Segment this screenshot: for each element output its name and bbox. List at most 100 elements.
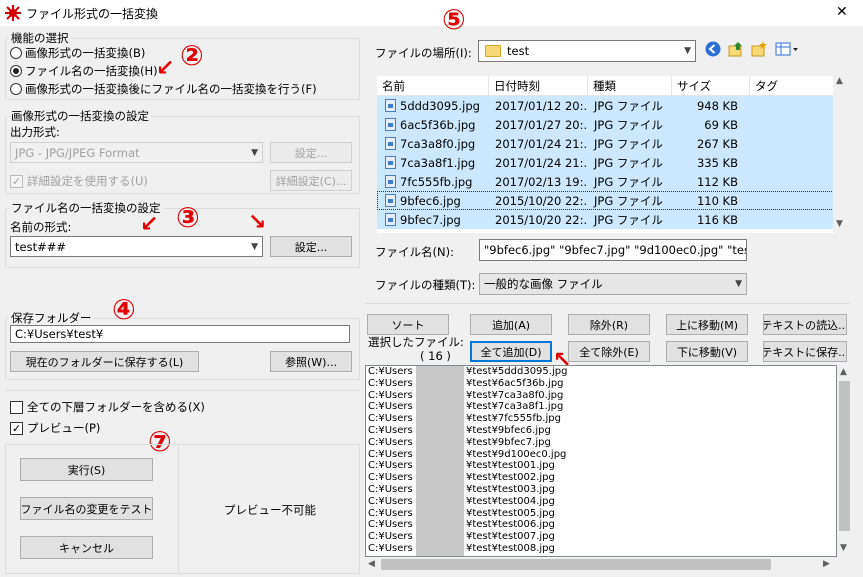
column-type[interactable]: 種類 xyxy=(588,76,672,95)
list-item[interactable]: C:¥Users ¥test¥7ca3a8f0.jpg xyxy=(366,390,836,402)
selected-list-hscrollbar[interactable]: ◀ ▶ xyxy=(365,557,837,572)
list-item[interactable]: C:¥Users ¥test¥test001.jpg xyxy=(366,460,836,472)
column-size[interactable]: サイズ xyxy=(672,76,750,95)
radio-dot xyxy=(10,47,22,59)
list-item[interactable]: C:¥Users ¥test¥7ca3a8f1.jpg xyxy=(366,401,836,413)
filename-input[interactable]: "9bfec6.jpg" "9bfec7.jpg" "9d100ec0.jpg"… xyxy=(479,239,747,261)
selected-files-label: 選択したファイル: xyxy=(368,335,464,349)
folder-icon xyxy=(485,45,501,57)
close-icon[interactable]: ✕ xyxy=(836,4,848,20)
list-item[interactable]: C:¥Users ¥test¥test002.jpg xyxy=(366,472,836,484)
name-format-select[interactable]: test### ▼ xyxy=(10,236,263,257)
remove-all-button[interactable]: 全て除外(E) xyxy=(568,341,650,362)
list-item[interactable]: C:¥Users ¥test¥6ac5f36b.jpg xyxy=(366,378,836,390)
add-all-button[interactable]: 全て追加(D) xyxy=(470,341,552,362)
scroll-up-icon[interactable]: ▲ xyxy=(836,76,843,86)
scroll-up-icon[interactable]: ▲ xyxy=(840,367,847,377)
radio-both-convert[interactable]: 画像形式の一括変換後にファイル名の一括変換を行う(F) xyxy=(10,81,317,97)
file-list[interactable]: 名前 日付時刻 種類 サイズ タグ ^ 5ddd3095.jpg 2017/01… xyxy=(377,76,848,233)
file-row[interactable]: 7ca3a8f1.jpg 2017/01/24 21:... JPG ファイル … xyxy=(377,153,848,172)
file-row[interactable]: 6ac5f36b.jpg 2017/01/27 20:... JPG ファイル … xyxy=(377,115,848,134)
annotation-arrow: ↙ xyxy=(140,212,159,237)
column-tag[interactable]: タグ xyxy=(750,76,836,95)
filetype-label: ファイルの種類(T): xyxy=(375,278,476,292)
scroll-thumb[interactable] xyxy=(381,559,771,570)
jpg-file-icon xyxy=(385,213,396,226)
list-item[interactable]: C:¥Users ¥test¥5ddd3095.jpg xyxy=(366,366,836,378)
location-label: ファイルの場所(I): xyxy=(375,46,472,60)
location-select[interactable]: test ▼ xyxy=(478,40,696,62)
cancel-button[interactable]: キャンセル xyxy=(20,536,153,559)
radio-image-convert[interactable]: 画像形式の一括変換(B) xyxy=(10,45,145,61)
preview-unavailable-text: プレビュー不可能 xyxy=(224,503,316,517)
file-row[interactable]: 9bfec7.jpg 2015/10/20 22:... JPG ファイル 11… xyxy=(377,210,848,229)
scroll-right-icon[interactable]: ▶ xyxy=(823,559,830,569)
run-button[interactable]: 実行(S) xyxy=(20,458,153,481)
name-settings-button[interactable]: 設定... xyxy=(270,236,352,257)
up-folder-icon[interactable] xyxy=(728,41,744,57)
view-menu-icon[interactable] xyxy=(775,41,799,57)
scroll-left-icon[interactable]: ◀ xyxy=(368,559,375,569)
list-item[interactable]: C:¥Users ¥test¥test006.jpg xyxy=(366,519,836,531)
save-text-button[interactable]: テキストに保存... xyxy=(763,341,847,362)
save-folder-path-input[interactable]: C:¥Users¥test¥ xyxy=(10,325,350,343)
file-list-scrollbar[interactable]: ▲ ▼ xyxy=(833,76,848,233)
browse-button[interactable]: 参照(W)... xyxy=(270,351,352,372)
chevron-down-icon: ▼ xyxy=(251,241,258,252)
subfolders-checkbox[interactable]: 全ての下層フォルダーを含める(X) xyxy=(10,399,205,415)
annotation-4: ④ xyxy=(112,293,136,326)
list-item[interactable]: C:¥Users ¥test¥test003.jpg xyxy=(366,484,836,496)
list-item[interactable]: C:¥Users ¥test¥test004.jpg xyxy=(366,496,836,508)
jpg-file-icon xyxy=(385,99,396,112)
annotation-arrow: ↘ xyxy=(248,210,267,235)
scroll-thumb[interactable] xyxy=(839,381,850,531)
image-settings-button[interactable]: 設定... xyxy=(270,142,352,163)
add-button[interactable]: 追加(A) xyxy=(470,314,552,335)
scroll-down-icon[interactable]: ▼ xyxy=(836,219,843,229)
radio-dot-selected xyxy=(10,65,22,77)
filetype-select[interactable]: 一般的な画像 ファイル ▼ xyxy=(479,273,747,295)
filename-label: ファイル名(N): xyxy=(375,245,454,259)
detail-settings-checkbox[interactable]: ✓ 詳細設定を使用する(U) xyxy=(10,173,148,189)
selected-list-vscrollbar[interactable]: ▲ ▼ xyxy=(837,365,852,557)
list-item[interactable]: C:¥Users ¥test¥9bfec6.jpg xyxy=(366,425,836,437)
back-icon[interactable] xyxy=(705,41,721,57)
save-folder-group-title: 保存フォルダー xyxy=(9,310,94,326)
name-format-label: 名前の形式: xyxy=(10,220,72,234)
radio-dot xyxy=(10,83,22,95)
sort-button[interactable]: ソート xyxy=(367,314,449,335)
list-item[interactable]: C:¥Users ¥test¥7fc555fb.jpg xyxy=(366,413,836,425)
app-icon xyxy=(5,5,21,21)
list-item[interactable]: C:¥Users ¥test¥9bfec7.jpg xyxy=(366,437,836,449)
scroll-down-icon[interactable]: ▼ xyxy=(840,543,847,553)
column-date[interactable]: 日付時刻 xyxy=(489,76,588,95)
chevron-down-icon: ▼ xyxy=(684,46,691,56)
list-item[interactable]: C:¥Users ¥test¥9d100ec0.jpg xyxy=(366,449,836,461)
radio-filename-convert[interactable]: ファイル名の一括変換(H) xyxy=(10,63,158,79)
annotation-2: ② xyxy=(180,39,204,72)
detail-settings-button[interactable]: 詳細設定(C)... xyxy=(270,170,352,191)
list-item[interactable]: C:¥Users ¥test¥test007.jpg xyxy=(366,531,836,543)
test-rename-button[interactable]: ファイル名の変更をテスト xyxy=(20,497,153,520)
remove-button[interactable]: 除外(R) xyxy=(568,314,650,335)
function-group-title: 機能の選択 xyxy=(9,30,71,46)
new-folder-icon[interactable] xyxy=(751,41,767,57)
preview-checkbox[interactable]: ✓ プレビュー(P) xyxy=(10,420,100,436)
list-item[interactable]: C:¥Users ¥test¥test005.jpg xyxy=(366,508,836,520)
panel-divider xyxy=(365,303,850,304)
image-format-group-title: 画像形式の一括変換の設定 xyxy=(9,108,151,124)
selected-files-list[interactable]: C:¥Users ¥test¥5ddd3095.jpg C:¥Users ¥test… xyxy=(365,365,837,557)
file-row[interactable]: 7fc555fb.jpg 2017/02/13 19:... JPG ファイル … xyxy=(377,172,848,191)
move-up-button[interactable]: 上に移動(M) xyxy=(666,314,748,335)
file-row[interactable]: 7ca3a8f0.jpg 2017/01/24 21:... JPG ファイル … xyxy=(377,134,848,153)
list-item[interactable]: C:¥Users ¥test¥test008.jpg xyxy=(366,543,836,555)
load-text-button[interactable]: テキストの読込... xyxy=(763,314,847,335)
chevron-down-icon: ▼ xyxy=(735,279,742,289)
output-format-select[interactable]: JPG - JPG/JPEG Format ▼ xyxy=(10,142,263,163)
file-row-focused[interactable]: 9bfec6.jpg 2015/10/20 22:... JPG ファイル 11… xyxy=(377,191,848,210)
file-row[interactable]: 5ddd3095.jpg 2017/01/12 20:... JPG ファイル … xyxy=(377,96,848,115)
checkbox-box xyxy=(10,400,23,414)
jpg-file-icon xyxy=(385,137,396,150)
save-current-folder-button[interactable]: 現在のフォルダーに保存する(L) xyxy=(10,351,199,372)
move-down-button[interactable]: 下に移動(V) xyxy=(666,341,748,362)
